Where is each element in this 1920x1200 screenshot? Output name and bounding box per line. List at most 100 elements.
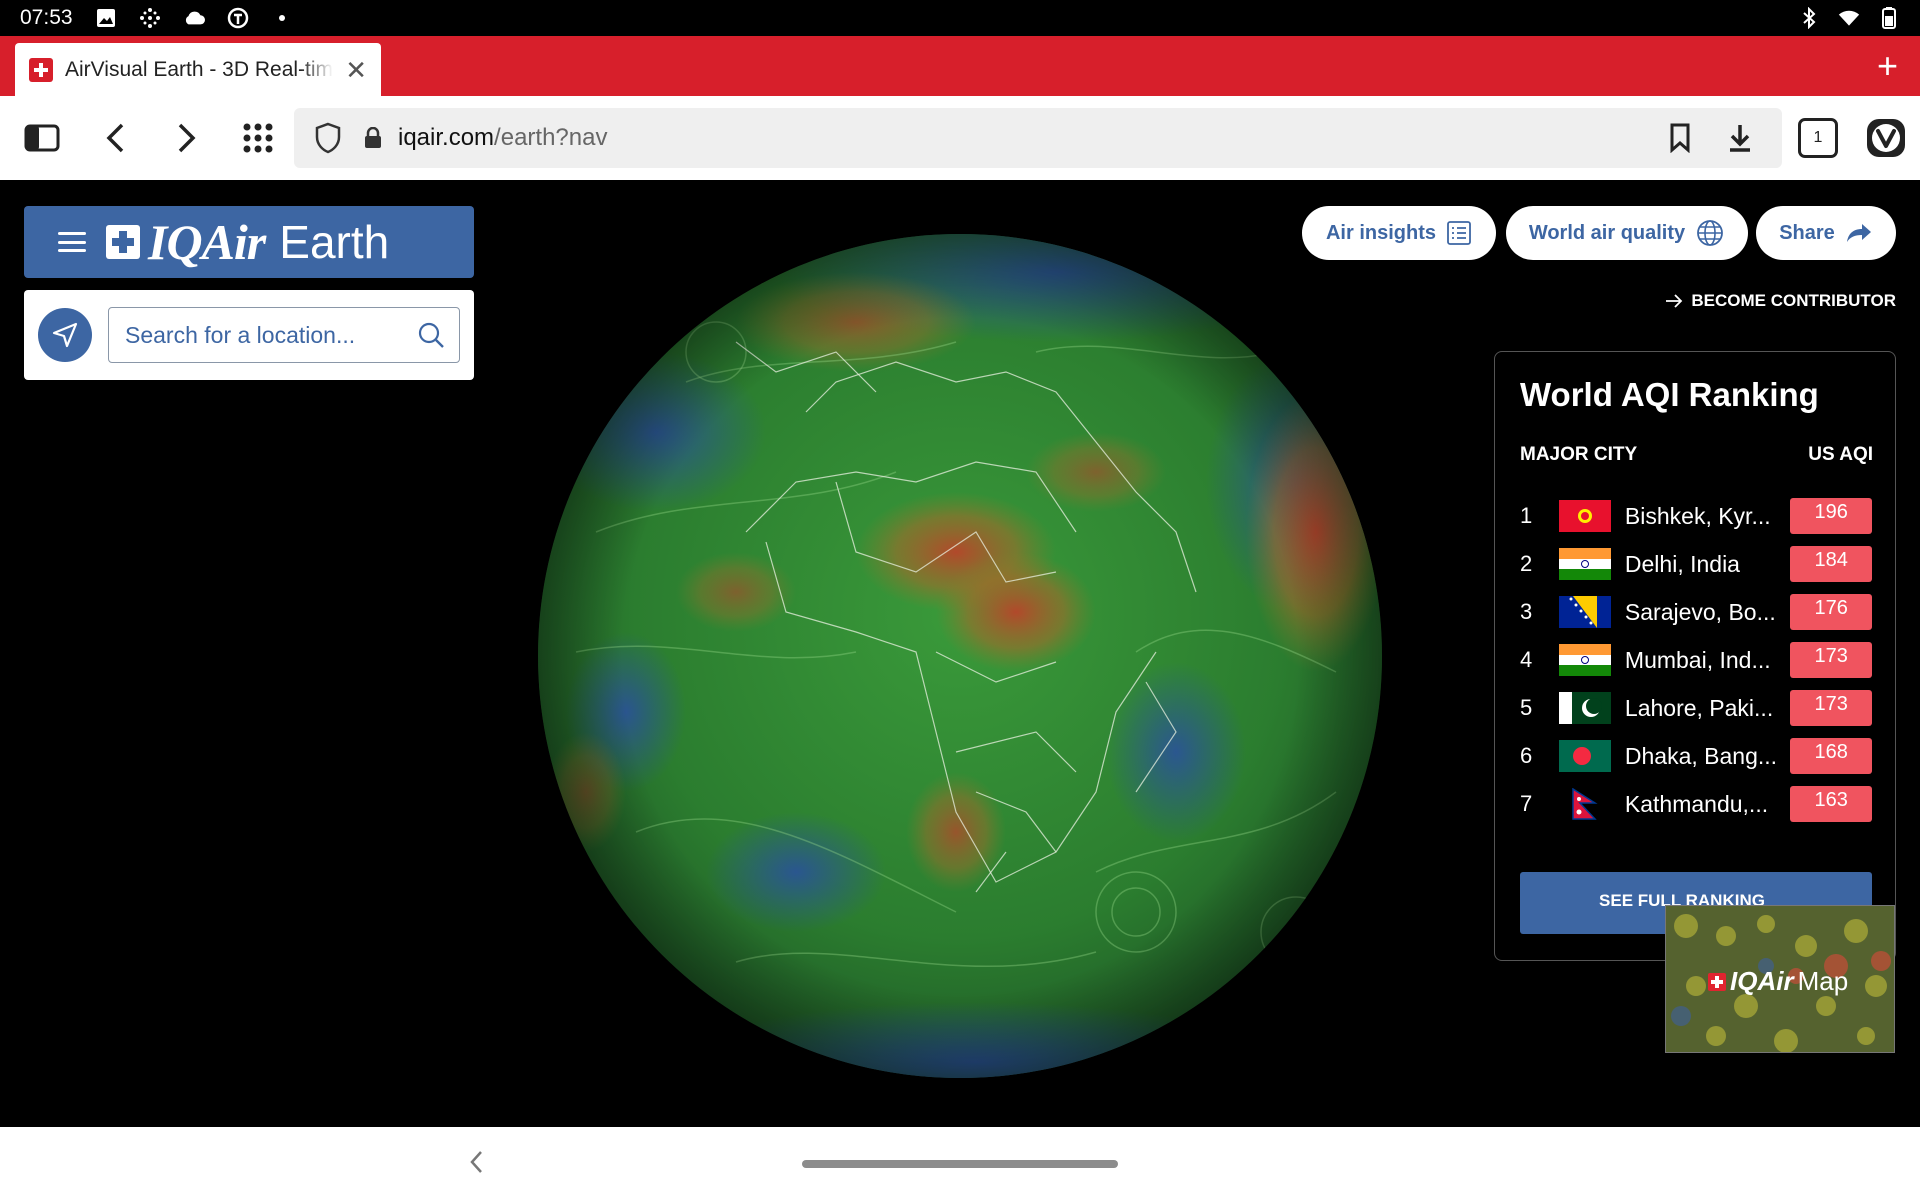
city-name: Sarajevo, Bo... [1624,598,1776,625]
share-arrow-icon [1846,224,1871,242]
search-icon[interactable] [417,321,445,349]
status-bar: 07:53 [0,0,1920,36]
ranking-row[interactable]: 4 Mumbai, Ind... 173 [1520,642,1872,678]
apps-grid-icon [243,123,273,153]
vivaldi-menu-button[interactable] [1862,114,1910,162]
world-air-quality-button[interactable]: World air quality [1506,206,1748,260]
ranking-row[interactable]: 5 Lahore, Paki... 173 [1520,690,1872,726]
battery-icon [1878,7,1900,29]
aqi-badge: 196 [1790,498,1872,534]
nav-back-button[interactable] [468,1149,484,1180]
rank-number: 5 [1520,695,1533,720]
rank-number: 4 [1520,647,1533,672]
iqair-logo-icon [1708,972,1726,991]
earth-viewport[interactable]: IQAir Earth Search for a location... Air… [0,180,1920,1127]
locate-me-button[interactable] [38,308,92,362]
new-tab-button[interactable]: + [1877,48,1898,84]
globe[interactable] [536,232,1384,1080]
rank-number: 1 [1520,503,1533,528]
iqair-logo-icon [106,225,140,259]
column-header-city: MAJOR CITY [1520,444,1638,465]
download-button[interactable] [1716,114,1764,162]
download-icon [1730,125,1750,152]
image-icon [95,7,117,29]
wifi-icon [1838,7,1860,29]
ranking-row[interactable]: 3 Sarajevo, Bo... 176 [1520,594,1872,630]
url-host: iqair.com [398,124,495,151]
tab-title: AirVisual Earth - 3D Real-time [65,57,334,81]
hamburger-menu-icon[interactable] [58,232,86,252]
list-icon [1447,221,1471,245]
nepal-flag-icon [1558,788,1611,820]
india-flag-icon [1558,548,1611,580]
globe-icon [1697,220,1724,246]
lock-icon [364,127,382,149]
share-label: Share [1779,221,1835,244]
map-thumb-logo: IQAir Map [1708,966,1848,997]
panel-icon [24,124,60,152]
ranking-row[interactable]: 1 Bishkek, Kyr... 196 [1520,498,1872,534]
tab-strip: AirVisual Earth - 3D Real-time ✕ + [0,36,1920,96]
app-header: IQAir Earth [24,206,474,278]
arrow-right-icon [1666,294,1683,308]
browser-tab[interactable]: AirVisual Earth - 3D Real-time ✕ [15,43,381,96]
become-contributor-link[interactable]: BECOME CONTRIBUTOR [1665,291,1896,311]
world-air-quality-label: World air quality [1528,221,1686,244]
accessibility-icon [227,7,249,29]
rank-number: 3 [1520,599,1533,624]
search-input[interactable]: Search for a location... [108,307,460,363]
bosnia-flag-icon [1558,596,1611,628]
aqi-ranking-panel: World AQI Ranking MAJOR CITY US AQI 1 Bi… [1494,351,1896,961]
tabs-button[interactable]: 1 [1794,114,1842,162]
rank-number: 2 [1520,551,1533,576]
favicon-icon [29,57,53,82]
city-name: Mumbai, Ind... [1624,646,1771,673]
panel-toggle-button[interactable] [18,114,66,162]
home-gesture-handle[interactable] [802,1160,1118,1168]
city-name: Lahore, Paki... [1624,694,1774,721]
air-insights-button[interactable]: Air insights [1302,206,1496,260]
close-icon[interactable]: ✕ [345,57,367,83]
forward-button[interactable] [162,114,210,162]
bluetooth-icon [1798,7,1820,29]
chevron-right-icon [178,123,196,153]
column-header-aqi: US AQI [1808,444,1873,465]
share-button[interactable]: Share [1756,206,1896,260]
air-insights-label: Air insights [1325,221,1436,244]
chevron-left-icon [106,123,124,153]
ranking-row[interactable]: 7 Kathmandu,... 163 [1520,786,1872,822]
navigation-arrow-icon [52,322,78,348]
shield-icon[interactable] [314,122,342,154]
pakistan-flag-icon [1558,692,1611,724]
ranking-row[interactable]: 6 Dhaka, Bang... 168 [1520,738,1872,774]
search-placeholder: Search for a location... [125,321,356,348]
logo-product: Earth [279,216,390,268]
aqi-badge: 173 [1790,690,1872,726]
aqi-badge: 176 [1790,594,1872,630]
back-button[interactable] [92,114,140,162]
bookmark-button[interactable] [1656,114,1704,162]
search-panel: Search for a location... [24,290,474,380]
ranking-title: World AQI Ranking [1520,376,1819,413]
city-name: Kathmandu,... [1624,790,1769,817]
cloud-icon [183,7,205,29]
kyrgyzstan-flag-icon [1558,500,1611,532]
browser-toolbar: iqair.com/earth?nav 1 [0,96,1920,180]
address-bar[interactable]: iqair.com/earth?nav [294,108,1782,168]
url-path: /earth?nav [494,124,608,151]
url-text: iqair.com/earth?nav [398,124,607,152]
map-thumb-brand: IQAir [1730,966,1794,996]
bangladesh-flag-icon [1558,740,1611,772]
city-name: Bishkek, Kyr... [1624,502,1771,529]
speed-dial-button[interactable] [234,114,282,162]
iqair-map-thumbnail[interactable]: IQAir Map [1665,905,1895,1053]
map-thumb-product: Map [1797,966,1849,996]
ranking-row[interactable]: 2 Delhi, India 184 [1520,546,1872,582]
aqi-badge: 163 [1790,786,1872,822]
vivaldi-icon [1867,119,1905,157]
india-flag-icon [1558,644,1611,676]
aqi-badge: 184 [1790,546,1872,582]
chevron-left-icon [470,1151,482,1173]
rank-number: 7 [1520,791,1533,816]
status-time: 07:53 [20,6,73,29]
